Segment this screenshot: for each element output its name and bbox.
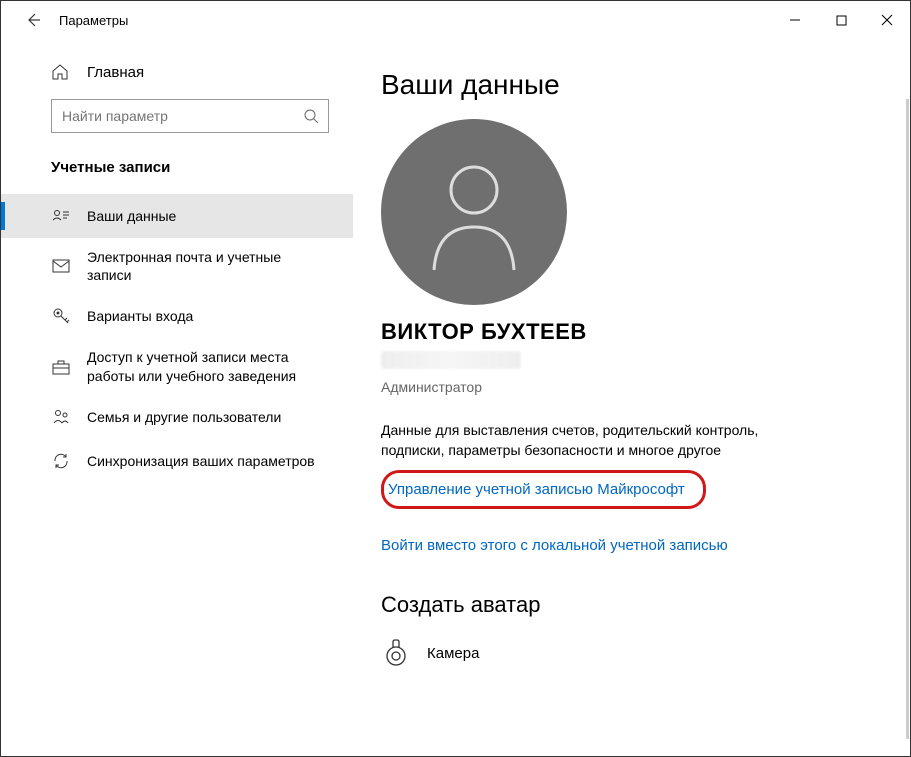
home-button[interactable]: Главная [1,57,353,87]
search-icon [294,108,328,124]
titlebar: Параметры [1,1,910,39]
home-icon [51,63,69,81]
main-content: Ваши данные ВИКТОР БУХТЕЕВ Администратор… [353,39,910,756]
sync-icon [51,451,71,471]
close-button[interactable] [864,1,910,39]
user-silhouette-icon [419,152,529,272]
avatar [381,119,567,305]
back-button[interactable] [11,1,55,39]
arrow-left-icon [25,12,41,28]
sidebar-item-label: Семья и другие пользователи [87,408,281,426]
sidebar-item-sync[interactable]: Синхронизация ваших параметров [1,439,353,483]
local-account-link[interactable]: Войти вместо этого с локальной учетной з… [381,537,728,554]
sidebar-item-label: Доступ к учетной записи места работы или… [87,348,329,384]
maximize-icon [836,15,847,26]
search-input[interactable] [51,99,329,133]
sidebar-item-email-accounts[interactable]: Электронная почта и учетные записи [1,238,353,294]
camera-label: Камера [427,645,479,662]
search-field[interactable] [52,108,294,124]
sidebar-item-signin-options[interactable]: Варианты входа [1,294,353,338]
family-icon [51,407,71,427]
mail-icon [51,256,71,276]
sidebar-item-label: Синхронизация ваших параметров [87,452,315,470]
username: ВИКТОР БУХТЕЕВ [381,319,870,345]
user-role: Администратор [381,379,870,395]
camera-button[interactable]: Камера [381,638,870,668]
page-title: Ваши данные [381,69,870,101]
key-icon [51,306,71,326]
sidebar-item-label: Электронная почта и учетные записи [87,248,329,284]
create-avatar-heading: Создать аватар [381,592,870,618]
minimize-button[interactable] [772,1,818,39]
billing-description: Данные для выставления счетов, родительс… [381,421,791,460]
sidebar: Главная Учетные записи Ваши данные Эле [1,39,353,756]
close-icon [881,14,893,26]
home-label: Главная [87,64,144,81]
sidebar-item-work-access[interactable]: Доступ к учетной записи места работы или… [1,338,353,394]
window-title: Параметры [55,13,128,28]
highlight-box: Управление учетной записью Майкрософт [381,470,706,509]
user-card-icon [51,206,71,226]
sidebar-section-title: Учетные записи [1,145,353,194]
camera-icon [381,638,411,668]
sidebar-item-family[interactable]: Семья и другие пользователи [1,395,353,439]
maximize-button[interactable] [818,1,864,39]
scrollbar[interactable] [906,99,909,739]
minimize-icon [789,14,801,26]
briefcase-icon [51,357,71,377]
manage-account-link[interactable]: Управление учетной записью Майкрософт [388,481,685,498]
email-blurred [381,351,521,369]
sidebar-item-your-info[interactable]: Ваши данные [1,194,353,238]
sidebar-item-label: Ваши данные [87,207,176,225]
sidebar-item-label: Варианты входа [87,307,193,325]
